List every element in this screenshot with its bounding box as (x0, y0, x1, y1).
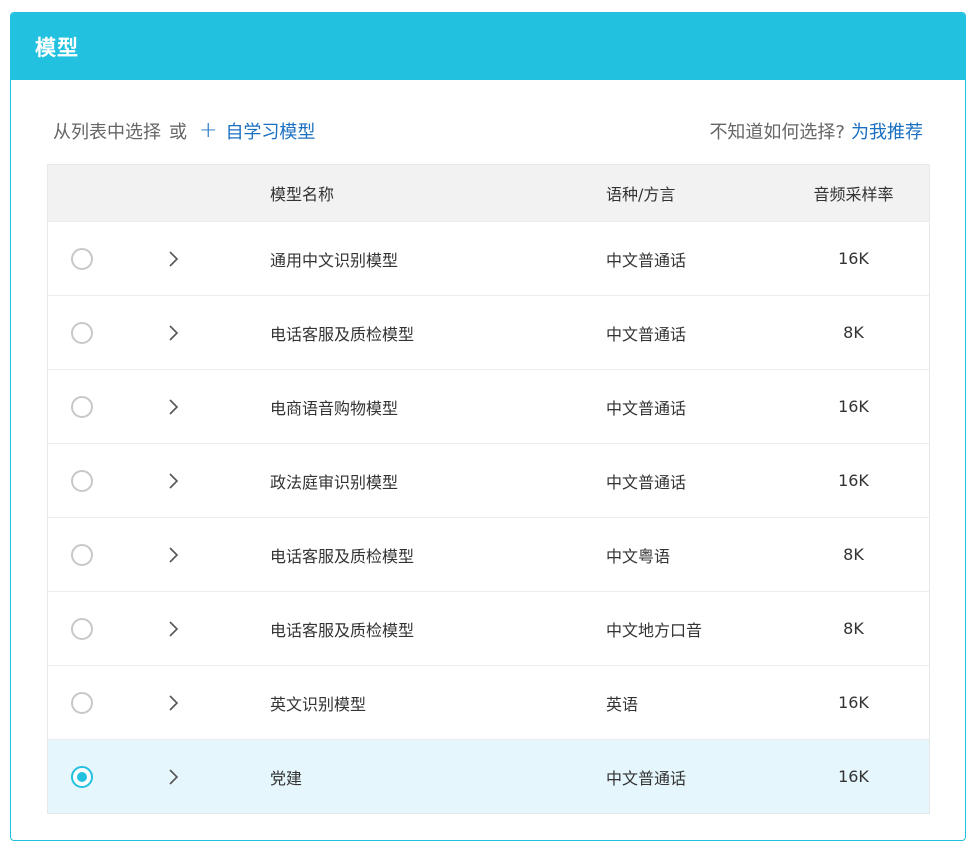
radio-cell (48, 543, 116, 566)
chevron-right-icon[interactable] (167, 324, 179, 342)
model-sample-rate: 8K (843, 323, 864, 342)
chevron-right-icon[interactable] (167, 620, 179, 638)
expand-cell (116, 620, 230, 638)
toolbar-left: 从列表中选择 或 + 自学习模型 (53, 118, 315, 144)
model-sample-rate: 16K (838, 767, 869, 786)
chevron-right-icon[interactable] (167, 768, 179, 786)
model-sample-rate: 16K (838, 249, 869, 268)
model-name: 政法庭审识别模型 (270, 472, 399, 492)
expand-cell (116, 472, 230, 490)
select-from-list-label: 从列表中选择 (53, 122, 161, 143)
model-name: 电话客服及质检模型 (270, 620, 415, 640)
model-sample-rate: 16K (838, 471, 869, 490)
table-row[interactable]: 电话客服及质检模型 中文地方口音 8K (48, 591, 929, 665)
table-body: 通用中文识别模型 中文普通话 16K 电话客服及质检模型 中文普通话 8K 电商语音购物模型… (48, 221, 929, 813)
model-name: 通用中文识别模型 (270, 250, 399, 270)
model-language: 中文普通话 (606, 768, 687, 788)
expand-cell (116, 324, 230, 342)
radio-cell (48, 617, 116, 640)
chevron-right-icon[interactable] (167, 694, 179, 712)
chevron-right-icon[interactable] (167, 398, 179, 416)
model-name: 英文识别模型 (270, 694, 367, 714)
model-language: 中文普通话 (606, 472, 687, 492)
table-row[interactable]: 电话客服及质检模型 中文普通话 8K (48, 295, 929, 369)
radio-cell (48, 691, 116, 714)
model-sample-rate: 8K (843, 545, 864, 564)
model-sample-rate: 16K (838, 397, 869, 416)
model-radio[interactable] (71, 247, 93, 270)
radio-cell (48, 247, 116, 270)
table-row[interactable]: 英文识别模型 英语 16K (48, 665, 929, 739)
expand-cell (116, 768, 230, 786)
expand-cell (116, 250, 230, 268)
model-radio[interactable] (71, 543, 93, 566)
model-radio[interactable] (71, 321, 93, 344)
self-learn-model-link[interactable]: 自学习模型 (225, 118, 315, 144)
table-row[interactable]: 党建 中文普通话 16K (48, 739, 929, 813)
model-radio[interactable] (71, 617, 93, 640)
radio-cell (48, 321, 116, 344)
toolbar-right: 不知道如何选择? 为我推荐 (709, 118, 923, 144)
model-radio[interactable] (71, 765, 93, 788)
panel-title: 模型 (35, 35, 79, 60)
radio-cell (48, 395, 116, 418)
header-language: 语种/方言 (606, 185, 676, 204)
model-radio[interactable] (71, 395, 93, 418)
model-table: 模型名称 语种/方言 音频采样率 通用中文识别模型 中文普通话 16K 电话客服及质检… (47, 164, 930, 814)
toolbar: 从列表中选择 或 + 自学习模型 不知道如何选择? 为我推荐 (53, 117, 923, 145)
table-header: 模型名称 语种/方言 音频采样率 (48, 165, 929, 221)
model-language: 中文普通话 (606, 324, 687, 344)
expand-cell (116, 694, 230, 712)
how-to-choose-label: 不知道如何选择? (709, 122, 845, 143)
table-row[interactable]: 电话客服及质检模型 中文粤语 8K (48, 517, 929, 591)
radio-cell (48, 469, 116, 492)
chevron-right-icon[interactable] (167, 546, 179, 564)
model-name: 电商语音购物模型 (270, 398, 399, 418)
model-language: 中文普通话 (606, 398, 687, 418)
chevron-right-icon[interactable] (167, 250, 179, 268)
model-language: 中文粤语 (606, 546, 671, 566)
or-label: 或 (169, 122, 187, 143)
expand-cell (116, 398, 230, 416)
header-sample-rate: 音频采样率 (813, 185, 894, 204)
model-panel: 模型 从列表中选择 或 + 自学习模型 不知道如何选择? 为我推荐 模型名称 语… (10, 12, 966, 841)
model-name: 党建 (270, 768, 303, 788)
table-row[interactable]: 电商语音购物模型 中文普通话 16K (48, 369, 929, 443)
model-radio[interactable] (71, 469, 93, 492)
table-row[interactable]: 政法庭审识别模型 中文普通话 16K (48, 443, 929, 517)
panel-header: 模型 (11, 13, 965, 80)
model-name: 电话客服及质检模型 (270, 324, 415, 344)
model-language: 中文地方口音 (606, 620, 703, 640)
header-model-name: 模型名称 (270, 185, 335, 204)
model-radio[interactable] (71, 691, 93, 714)
model-sample-rate: 16K (838, 693, 869, 712)
table-row[interactable]: 通用中文识别模型 中文普通话 16K (48, 221, 929, 295)
recommend-link[interactable]: 为我推荐 (851, 118, 923, 144)
chevron-right-icon[interactable] (167, 472, 179, 490)
expand-cell (116, 546, 230, 564)
radio-cell (48, 765, 116, 788)
plus-icon[interactable]: + (199, 120, 217, 142)
model-language: 中文普通话 (606, 250, 687, 270)
model-sample-rate: 8K (843, 619, 864, 638)
model-name: 电话客服及质检模型 (270, 546, 415, 566)
model-language: 英语 (606, 694, 639, 714)
